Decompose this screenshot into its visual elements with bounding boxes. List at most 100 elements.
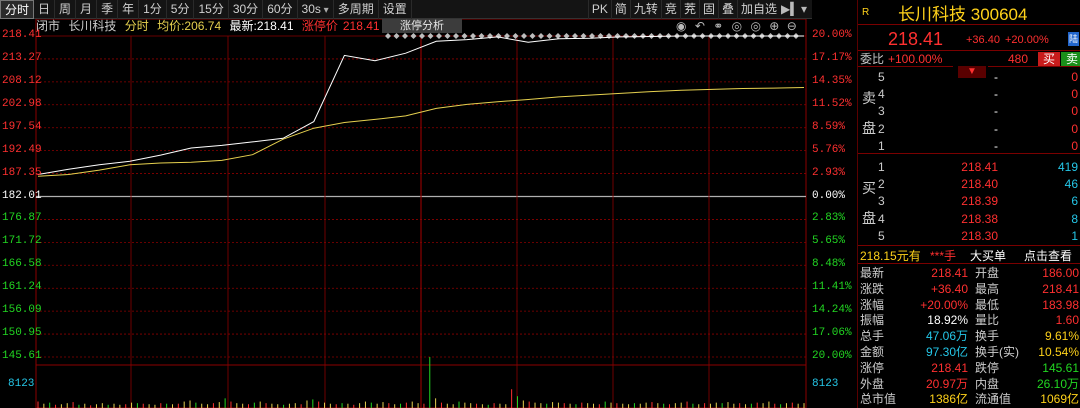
period-tab-4[interactable]: 季: [97, 0, 119, 19]
avg-point: [405, 115, 406, 116]
stat-label: 总手: [860, 329, 885, 344]
period-tab-10[interactable]: 60分: [263, 0, 298, 19]
undo-icon[interactable]: ↶: [695, 19, 705, 33]
latest-label: 最新:: [229, 19, 257, 33]
bids-level-num: 2: [878, 177, 885, 192]
bids-price: 218.39: [961, 194, 998, 209]
asks-price: -: [994, 138, 998, 153]
y-tick-right: 14.35%: [812, 74, 852, 87]
stat-label: 量比: [975, 313, 1000, 328]
price-point: [589, 38, 590, 39]
avg-point: [99, 169, 100, 170]
eye-icon[interactable]: ◉: [676, 19, 686, 33]
period-select[interactable]: 30s: [298, 0, 334, 19]
limit-marker-icon: [623, 33, 629, 39]
toolbar-right-button-4[interactable]: 茺: [679, 0, 699, 19]
avg-point: [436, 108, 437, 109]
sell-side-label-0: 卖: [862, 90, 876, 106]
asks-volume: 0: [1071, 87, 1078, 102]
limit-analysis-button[interactable]: 涨停分析: [382, 19, 462, 33]
asks-level-num: 2: [878, 121, 885, 136]
limit-marker-icon: [393, 33, 400, 39]
price-point: [773, 35, 774, 36]
y-tick-left: 176.87: [2, 212, 42, 225]
dropdown-icon[interactable]: ▾: [797, 0, 811, 19]
y-tick-right: 17.17%: [812, 51, 852, 64]
period-tab-1[interactable]: 日: [34, 0, 56, 19]
stock-title: 长川科技 300604: [898, 5, 1028, 24]
stat-value: 186.00: [1042, 266, 1079, 280]
y-tick-left: 166.58: [2, 258, 42, 271]
price-point: [191, 147, 192, 148]
asks-price: -: [994, 121, 998, 136]
toolbar-right-button-3[interactable]: 竞: [660, 0, 680, 19]
avg-point: [620, 93, 621, 94]
bids-volume: 46: [1064, 177, 1078, 192]
toolbar-right-button-5[interactable]: 固: [698, 0, 718, 19]
price-point: [650, 36, 651, 37]
zoom-in-icon[interactable]: ⊕: [769, 19, 779, 33]
avg-price-label: 均价:: [157, 19, 185, 33]
bids-price: 218.38: [961, 211, 998, 226]
price-point: [681, 35, 682, 36]
toolbar-right-button-1[interactable]: 简: [610, 0, 630, 19]
stat-label: 涨停: [860, 360, 885, 375]
buy-button[interactable]: 买: [1038, 52, 1061, 66]
period-tab-9[interactable]: 30分: [229, 0, 264, 19]
period-tab-2[interactable]: 周: [55, 0, 77, 19]
y-tick-left: 187.35: [2, 166, 42, 179]
avg-point: [374, 119, 375, 120]
limit-marker-icon: [631, 33, 638, 39]
y-tick-right: 0.00%: [812, 189, 846, 202]
zoom-out-icon[interactable]: ⊖: [787, 19, 797, 33]
limit-marker-icon: [512, 33, 519, 39]
price-change: +36.40: [966, 34, 1000, 46]
sync2-icon[interactable]: ◎: [750, 19, 760, 33]
period-tab-0[interactable]: 分时: [0, 0, 35, 19]
stat-label: 最高: [975, 281, 1000, 296]
multi-period-button[interactable]: 多周期: [334, 0, 379, 19]
limit-marker-icon: [555, 33, 561, 39]
limit-marker-icon: [546, 33, 553, 39]
price-point: [466, 39, 467, 40]
sell-button[interactable]: 卖: [1061, 52, 1080, 66]
avg-point: [221, 160, 222, 161]
quote-panel: R 长川科技 300604 218.41 +36.40 +20.00% 陆 委比…: [857, 0, 1080, 408]
intraday-chart[interactable]: [0, 0, 857, 408]
limit-marker-icon: [385, 33, 391, 39]
period-tab-8[interactable]: 15分: [194, 0, 229, 19]
period-tab-7[interactable]: 5分: [167, 0, 195, 19]
period-tab-5[interactable]: 年: [118, 0, 140, 19]
bids-price: 218.40: [961, 177, 998, 192]
avg-point: [803, 87, 804, 88]
avg-point: [313, 128, 314, 129]
avg-price-value: 206.74: [184, 19, 222, 33]
stat-label: 外盘: [860, 376, 885, 391]
stat-value: 218.41: [931, 360, 968, 375]
toolbar-right-button-0[interactable]: PK: [587, 0, 611, 19]
bids-level-num: 5: [878, 228, 885, 243]
toolbar-right-button-7[interactable]: 加自选: [736, 0, 780, 19]
price-point: [803, 35, 804, 36]
compare-icon[interactable]: ⚭: [713, 19, 723, 33]
y-tick-right: 14.24%: [812, 304, 852, 317]
y-tick-right: 8.59%: [812, 120, 846, 133]
stat-value: 26.10万: [1036, 376, 1079, 391]
current-price: 218.41: [888, 29, 944, 49]
big-order-link[interactable]: 点击查看: [1024, 249, 1072, 263]
stat-label: 流通值: [975, 392, 1012, 407]
stat-value: 1069亿: [1040, 392, 1079, 407]
sync-icon[interactable]: ◎: [732, 19, 742, 33]
period-tab-3[interactable]: 月: [76, 0, 98, 19]
price-point: [252, 141, 253, 142]
volume-tick: 8123: [812, 378, 839, 390]
y-tick-left: 208.12: [2, 74, 42, 87]
y-tick-right: 20.00%: [812, 350, 852, 362]
avg-point: [711, 89, 712, 90]
toolbar-right-button-2[interactable]: 九转: [629, 0, 661, 19]
settings-button[interactable]: 设置: [379, 0, 412, 19]
period-tab-6[interactable]: 1分: [139, 0, 167, 19]
limit-marker-icon: [453, 33, 459, 39]
toolbar-right-button-6[interactable]: 叠: [717, 0, 737, 19]
collapse-right-icon[interactable]: ▶▍: [781, 0, 799, 19]
